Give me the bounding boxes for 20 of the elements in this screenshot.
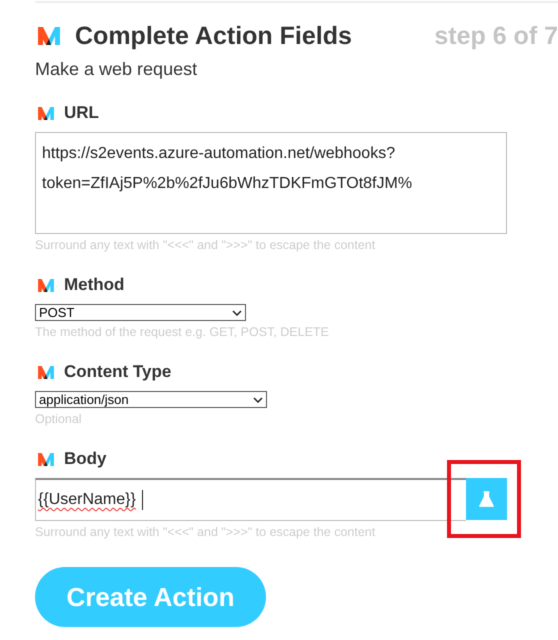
dropdown[interactable]: application/json [35,391,267,408]
field-label: URL [64,103,99,123]
field-label: Content Type [64,362,172,382]
field-label: Method [64,275,124,295]
chevron-icon [232,310,242,316]
logo-icon [38,452,54,466]
field-label: Body [64,449,106,469]
page-title: Complete Action Fields [75,22,352,50]
logo-icon [38,27,60,45]
test-button[interactable] [466,478,507,520]
flask-icon [479,490,494,508]
step-counter: step 6 of 7 [434,22,558,50]
page-subtitle: Make a web request [35,59,198,80]
dropdown[interactable]: POST [35,304,246,321]
chevron-icon [253,396,263,402]
logo-icon [38,106,54,120]
logo-icon [38,278,54,292]
url-field[interactable]: https://s2events.azure-automation.net/webhooks?token=ZfIAj5P%2b%2fJu6bWhzTDKFmGTOt8fJM% [35,132,507,234]
logo-icon [38,366,54,378]
body-field[interactable]: {{UserName}} [35,478,466,521]
